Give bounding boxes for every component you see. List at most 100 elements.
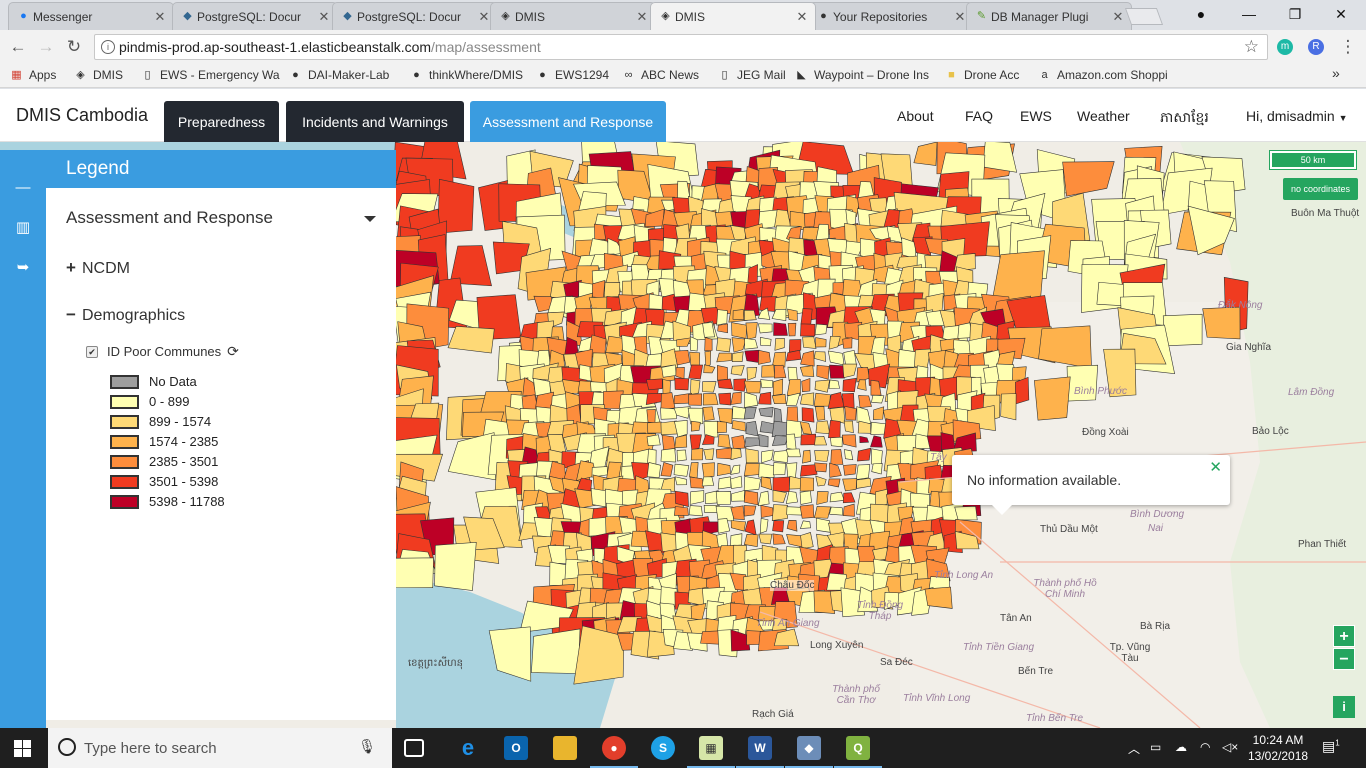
commune-polygon[interactable] bbox=[774, 338, 785, 351]
commune-polygon[interactable] bbox=[799, 520, 811, 529]
commune-polygon[interactable] bbox=[702, 406, 715, 421]
bookmark-star-icon[interactable]: ☆ bbox=[1244, 37, 1259, 57]
commune-polygon[interactable] bbox=[758, 323, 773, 334]
system-clock[interactable]: 10:24 AM 13/02/2018 bbox=[1248, 732, 1308, 764]
commune-polygon[interactable] bbox=[758, 391, 772, 405]
commune-polygon[interactable] bbox=[676, 449, 687, 462]
commune-polygon[interactable] bbox=[786, 433, 797, 451]
windows-start-icon[interactable] bbox=[14, 740, 31, 757]
bookmark-ews[interactable]: ▯ EWS - Emergency Wa bbox=[141, 68, 279, 82]
commune-polygon[interactable] bbox=[744, 337, 758, 350]
commune-polygon[interactable] bbox=[731, 351, 744, 362]
spreadsheet-icon[interactable]: ▦ bbox=[687, 736, 735, 768]
commune-polygon[interactable] bbox=[716, 532, 729, 548]
commune-polygon[interactable] bbox=[701, 462, 715, 478]
commune-polygon[interactable] bbox=[689, 351, 701, 367]
commune-polygon[interactable] bbox=[731, 322, 748, 339]
commune-polygon[interactable] bbox=[828, 335, 841, 350]
commune-polygon[interactable] bbox=[829, 491, 845, 503]
commune-polygon[interactable] bbox=[1202, 306, 1241, 340]
browser-tab-github[interactable]: ● Your Repositories ✕ bbox=[808, 2, 974, 30]
commune-polygon[interactable] bbox=[703, 448, 715, 460]
commune-polygon[interactable] bbox=[787, 308, 798, 321]
commune-polygon[interactable] bbox=[646, 434, 661, 447]
commune-polygon[interactable] bbox=[758, 349, 771, 365]
commune-polygon[interactable] bbox=[772, 378, 784, 396]
commune-polygon[interactable] bbox=[758, 533, 773, 545]
commune-polygon[interactable] bbox=[689, 476, 705, 489]
commune-polygon[interactable] bbox=[801, 407, 815, 423]
commune-polygon[interactable] bbox=[828, 419, 841, 439]
commune-polygon[interactable] bbox=[1000, 393, 1017, 421]
commune-polygon[interactable] bbox=[744, 437, 761, 448]
commune-polygon[interactable] bbox=[760, 476, 773, 491]
user-menu[interactable]: Hi, dmisadmin ▼ bbox=[1246, 108, 1348, 124]
commune-polygon[interactable] bbox=[730, 520, 747, 532]
commune-polygon[interactable] bbox=[674, 419, 688, 438]
extension-m-icon[interactable]: m bbox=[1277, 39, 1293, 55]
commune-polygon[interactable] bbox=[842, 478, 858, 492]
info-icon[interactable]: i bbox=[101, 40, 115, 54]
tab-assessment-response[interactable]: Assessment and Response bbox=[470, 101, 666, 142]
commune-polygon[interactable] bbox=[732, 309, 745, 321]
commune-polygon[interactable] bbox=[743, 391, 759, 408]
commune-polygon[interactable] bbox=[842, 377, 857, 393]
extension-r-icon[interactable]: R bbox=[1308, 39, 1324, 55]
close-tab-icon[interactable]: ✕ bbox=[477, 9, 491, 25]
commune-polygon[interactable] bbox=[771, 504, 788, 521]
close-tab-icon[interactable]: ✕ bbox=[635, 9, 649, 25]
commune-polygon[interactable] bbox=[675, 367, 685, 380]
commune-polygon[interactable] bbox=[673, 506, 689, 516]
commune-polygon[interactable] bbox=[731, 490, 745, 502]
commune-polygon[interactable] bbox=[760, 504, 774, 518]
commune-polygon[interactable] bbox=[772, 476, 790, 493]
bookmark-jeg-mail[interactable]: ▯ JEG Mail bbox=[718, 68, 785, 82]
commune-polygon[interactable] bbox=[830, 436, 843, 448]
commune-polygon[interactable] bbox=[772, 449, 789, 463]
browser-tab-messenger[interactable]: ● Messenger ✕ bbox=[8, 2, 174, 30]
commune-polygon[interactable] bbox=[647, 421, 663, 434]
commune-polygon[interactable] bbox=[815, 337, 827, 348]
commune-polygon[interactable] bbox=[813, 351, 827, 362]
bookmark-dmis[interactable]: ◈ DMIS bbox=[74, 68, 123, 82]
close-window-button[interactable]: ✕ bbox=[1318, 0, 1364, 28]
commune-polygon[interactable] bbox=[799, 490, 812, 505]
commune-polygon[interactable] bbox=[814, 462, 828, 473]
commune-polygon[interactable] bbox=[744, 349, 760, 363]
commune-polygon[interactable] bbox=[704, 350, 712, 368]
commune-polygon[interactable] bbox=[703, 364, 716, 374]
commune-polygon[interactable] bbox=[743, 490, 759, 506]
bookmark-ews1294[interactable]: ● EWS1294 bbox=[536, 68, 609, 82]
close-tab-icon[interactable]: ✕ bbox=[153, 9, 167, 25]
close-tab-icon[interactable]: ✕ bbox=[317, 9, 331, 25]
commune-polygon[interactable] bbox=[800, 308, 813, 325]
pgadmin-icon[interactable]: ◆ bbox=[785, 736, 833, 768]
forward-arrow-icon[interactable]: → bbox=[34, 36, 58, 58]
commune-polygon[interactable] bbox=[690, 379, 701, 395]
commune-polygon[interactable] bbox=[816, 364, 830, 380]
bookmark-waypoint[interactable]: ◣ Waypoint – Drone Ins bbox=[795, 68, 929, 82]
commune-polygon[interactable] bbox=[660, 392, 676, 411]
commune-polygon[interactable] bbox=[691, 420, 701, 432]
commune-polygon[interactable] bbox=[859, 435, 869, 443]
microphone-icon[interactable]: 🎙 bbox=[358, 738, 376, 755]
commune-polygon[interactable] bbox=[800, 433, 817, 446]
more-bookmarks-button[interactable]: » bbox=[1332, 65, 1340, 81]
commune-polygon[interactable] bbox=[1162, 313, 1203, 347]
commune-polygon[interactable] bbox=[389, 557, 434, 589]
commune-polygon[interactable] bbox=[761, 449, 774, 464]
commune-polygon[interactable] bbox=[858, 395, 872, 408]
action-center-icon[interactable]: ▤1 bbox=[1322, 738, 1340, 755]
legend-group-ncdm[interactable]: + NCDM bbox=[66, 258, 130, 278]
commune-polygon[interactable] bbox=[743, 476, 761, 491]
commune-polygon[interactable] bbox=[689, 434, 702, 451]
commune-polygon[interactable] bbox=[924, 586, 953, 609]
reload-icon[interactable]: ↻ bbox=[62, 36, 86, 58]
commune-polygon[interactable] bbox=[573, 625, 625, 685]
commune-polygon[interactable] bbox=[660, 448, 677, 463]
back-arrow-icon[interactable]: ← bbox=[6, 36, 30, 58]
bookmark-apps[interactable]: ▦ Apps bbox=[10, 68, 56, 82]
commune-polygon[interactable] bbox=[730, 475, 743, 489]
commune-polygon[interactable] bbox=[717, 462, 731, 476]
nav-ews[interactable]: EWS bbox=[1020, 108, 1052, 124]
